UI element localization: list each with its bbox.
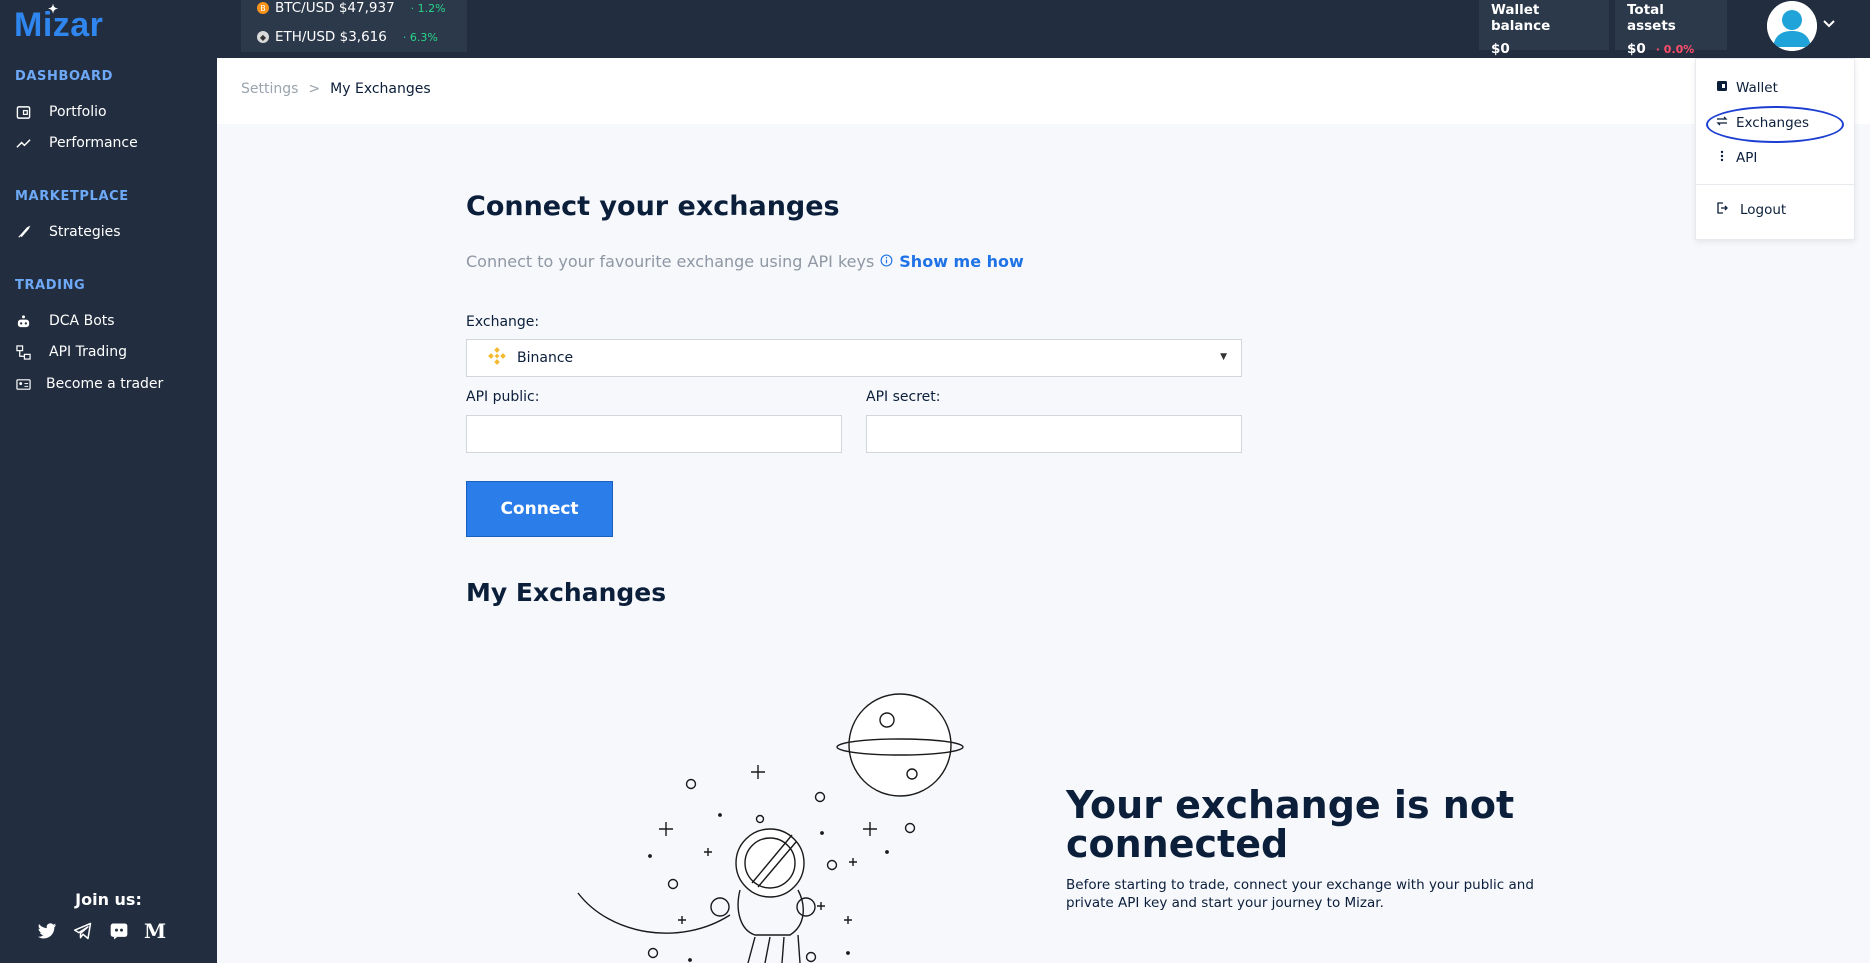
exchange-select[interactable]: Binance ▼ bbox=[466, 339, 1242, 377]
menu-item-label: Logout bbox=[1740, 202, 1787, 218]
total-assets-change: · 0.0% bbox=[1655, 43, 1695, 56]
sidebar-item-label: Portfolio bbox=[49, 104, 107, 120]
sidebar-item-label: DCA Bots bbox=[49, 313, 115, 329]
breadcrumb-settings[interactable]: Settings bbox=[241, 81, 298, 97]
sidebar-item-label: Become a trader bbox=[46, 376, 164, 392]
menu-item-label: Wallet bbox=[1736, 80, 1778, 96]
total-assets-label: Total assets bbox=[1627, 2, 1676, 34]
my-exchanges-title: My Exchanges bbox=[466, 578, 667, 607]
wallet-balance-label: Wallet balance bbox=[1491, 2, 1551, 34]
social-links: M bbox=[36, 919, 166, 943]
sidebar-item-api-trading[interactable]: API Trading bbox=[15, 344, 127, 360]
api-public-input[interactable] bbox=[466, 415, 842, 453]
user-avatar[interactable] bbox=[1767, 1, 1817, 51]
sidebar-item-strategies[interactable]: Strategies bbox=[15, 224, 121, 240]
page-title: Connect your exchanges bbox=[466, 191, 840, 222]
ticker-btc: B BTC/USD $47,937 · 1.2% bbox=[257, 0, 446, 16]
discord-icon[interactable] bbox=[108, 920, 130, 942]
sidebar-item-become-trader[interactable]: Become a trader bbox=[15, 376, 163, 392]
show-me-how-link[interactable]: Show me how bbox=[899, 252, 1024, 271]
sidebar-item-label: API Trading bbox=[49, 344, 127, 360]
sidebar-item-dca-bots[interactable]: DCA Bots bbox=[15, 313, 115, 329]
ticker-price: BTC/USD $47,937 bbox=[275, 0, 395, 16]
api-public-label: API public: bbox=[466, 389, 540, 405]
ethereum-icon: ◆ bbox=[257, 31, 269, 43]
exchange-arrows-icon bbox=[1716, 115, 1728, 131]
breadcrumb: Settings > My Exchanges bbox=[241, 81, 431, 97]
sidebar-item-label: Strategies bbox=[49, 224, 121, 240]
sidebar-item-portfolio[interactable]: Portfolio bbox=[15, 104, 107, 120]
telegram-icon[interactable] bbox=[72, 920, 94, 942]
logout-icon bbox=[1716, 202, 1728, 218]
api-trading-icon bbox=[15, 344, 31, 360]
ticker-change: · 6.3% bbox=[402, 30, 438, 44]
user-menu-dropdown: Wallet Exchanges API Logout bbox=[1695, 58, 1855, 240]
section-marketplace: MARKETPLACE bbox=[15, 189, 129, 204]
menu-item-logout[interactable]: Logout bbox=[1716, 202, 1786, 218]
section-trading: TRADING bbox=[15, 278, 86, 293]
connect-button[interactable]: Connect bbox=[466, 481, 613, 537]
api-secret-input[interactable] bbox=[866, 415, 1242, 453]
subtitle-text: Connect to your favourite exchange using… bbox=[466, 252, 875, 271]
caret-down-icon: ▼ bbox=[1220, 352, 1227, 362]
join-us-label: Join us: bbox=[75, 890, 142, 909]
ticker-price: ETH/USD $3,616 bbox=[275, 29, 387, 45]
total-assets-box[interactable]: Total assets $0 · 0.0% bbox=[1615, 0, 1727, 57]
wallet-balance-box[interactable]: Wallet balance $0 bbox=[1479, 0, 1609, 57]
menu-item-label: Exchanges bbox=[1736, 115, 1809, 131]
wallet-icon bbox=[1716, 80, 1728, 96]
trader-card-icon bbox=[15, 376, 31, 392]
ticker-eth: ◆ ETH/USD $3,616 · 6.3% bbox=[257, 29, 438, 45]
sidebar-item-label: Performance bbox=[49, 135, 138, 151]
top-bar: B BTC/USD $47,937 · 1.2% ◆ ETH/USD $3,61… bbox=[217, 0, 1870, 58]
sidebar-item-performance[interactable]: Performance bbox=[15, 135, 138, 151]
trend-icon bbox=[15, 135, 31, 151]
sidebar: Mizar ✦ DASHBOARD Portfolio Performance M… bbox=[0, 0, 217, 963]
twitter-icon[interactable] bbox=[36, 920, 58, 942]
menu-item-api[interactable]: API bbox=[1716, 150, 1757, 166]
ticker-change: · 1.2% bbox=[410, 1, 446, 15]
api-icon bbox=[1716, 150, 1728, 166]
rocket-icon bbox=[15, 224, 31, 240]
medium-icon[interactable]: M bbox=[144, 919, 166, 943]
breadcrumb-bar: Settings > My Exchanges bbox=[217, 58, 1870, 124]
api-secret-label: API secret: bbox=[866, 389, 941, 405]
logo-star-icon: ✦ bbox=[48, 2, 59, 16]
section-dashboard: DASHBOARD bbox=[15, 69, 113, 84]
portfolio-icon bbox=[15, 104, 31, 120]
chevron-down-icon[interactable] bbox=[1822, 15, 1836, 34]
total-assets-value: $0 bbox=[1627, 41, 1646, 57]
breadcrumb-current: My Exchanges bbox=[330, 81, 431, 97]
connect-subtitle: Connect to your favourite exchange using… bbox=[466, 252, 1024, 271]
menu-item-label: API bbox=[1736, 150, 1758, 166]
bitcoin-icon: B bbox=[257, 2, 269, 14]
info-icon bbox=[880, 252, 893, 271]
astronaut-illustration bbox=[570, 685, 990, 963]
bot-icon bbox=[15, 313, 31, 329]
breadcrumb-separator: > bbox=[308, 81, 321, 97]
price-ticker: B BTC/USD $47,937 · 1.2% ◆ ETH/USD $3,61… bbox=[241, 0, 467, 52]
menu-item-wallet[interactable]: Wallet bbox=[1716, 80, 1778, 96]
wallet-balance-value: $0 bbox=[1491, 41, 1510, 57]
total-assets-row: $0 · 0.0% bbox=[1627, 41, 1715, 57]
exchange-label: Exchange: bbox=[466, 314, 540, 330]
menu-divider bbox=[1696, 184, 1854, 185]
menu-item-exchanges[interactable]: Exchanges bbox=[1716, 115, 1809, 131]
not-connected-title: Your exchange is not connected bbox=[1066, 783, 1515, 866]
mizar-logo[interactable]: Mizar ✦ bbox=[14, 2, 103, 45]
binance-icon bbox=[487, 346, 507, 370]
exchange-selected-value: Binance bbox=[517, 350, 574, 366]
not-connected-text: Before starting to trade, connect your e… bbox=[1066, 877, 1534, 911]
